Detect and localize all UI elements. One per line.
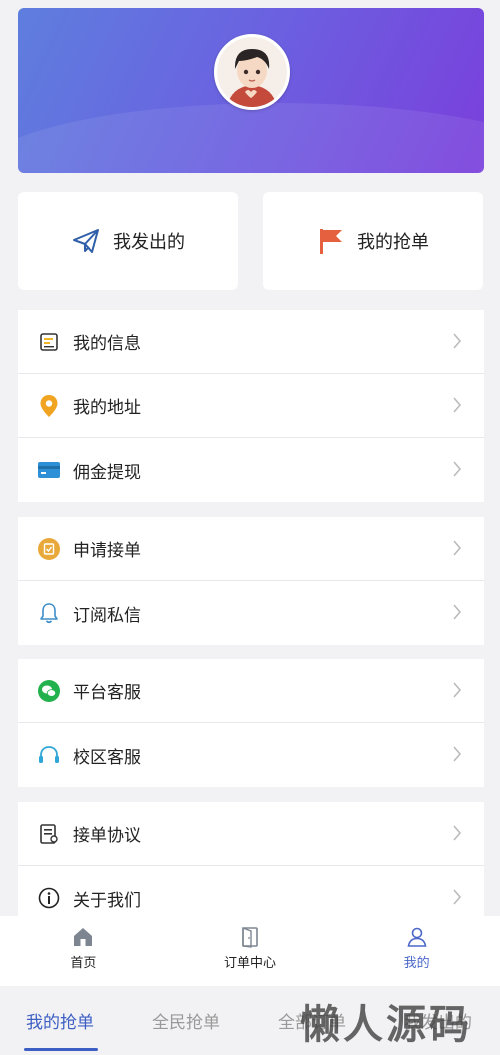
- my-grab-label: 我的抢单: [357, 232, 429, 253]
- menu-item-label: 佣金提现: [73, 462, 141, 483]
- tab-mine[interactable]: 我的: [333, 916, 500, 986]
- chevron-right-icon: [453, 746, 462, 762]
- wallet-card-icon: [37, 458, 61, 482]
- menu-item-label: 申请接单: [73, 541, 141, 561]
- my-sent-label: 我发出的: [113, 232, 185, 253]
- chevron-right-icon: [453, 540, 462, 556]
- active-tab-indicator: [24, 1048, 98, 1051]
- tab-order-center-label: 订单中心: [224, 956, 277, 971]
- menu-group-orders: 申请接单 订阅私信: [18, 517, 484, 645]
- chevron-right-icon: [453, 461, 462, 477]
- menu-item-commission-withdraw[interactable]: 佣金提现: [18, 438, 484, 502]
- menu-item-campus-service[interactable]: 校区客服: [18, 723, 484, 787]
- flag-icon: [320, 229, 342, 254]
- headset-icon: [37, 743, 61, 767]
- menu-item-label: 关于我们: [73, 890, 141, 911]
- home-icon: [74, 928, 93, 946]
- menu-item-platform-service[interactable]: 平台客服: [18, 659, 484, 723]
- my-grab-button[interactable]: 我的抢单: [263, 192, 483, 290]
- paper-plane-icon: [73, 229, 99, 253]
- subtab-my-grab[interactable]: 我的抢单: [26, 1008, 94, 1033]
- tab-home-label: 首页: [70, 956, 97, 971]
- profile-header: [18, 8, 484, 173]
- chevron-right-icon: [453, 397, 462, 413]
- menu-item-label: 我的信息: [73, 334, 141, 354]
- chevron-right-icon: [453, 825, 462, 841]
- apply-badge-icon: [37, 537, 61, 561]
- menu-item-order-agreement[interactable]: 接单协议: [18, 802, 484, 866]
- my-sent-button[interactable]: 我发出的: [18, 192, 238, 290]
- user-icon: [407, 927, 427, 947]
- menu-item-label: 我的地址: [73, 398, 141, 418]
- tab-mine-label: 我的: [403, 956, 430, 971]
- menu-group-service: 平台客服 校区客服: [18, 659, 484, 787]
- menu-item-my-info[interactable]: 我的信息: [18, 310, 484, 374]
- info-card-icon: [37, 330, 61, 354]
- tab-home[interactable]: 首页: [0, 916, 167, 986]
- menu-item-subscribe-messages[interactable]: 订阅私信: [18, 581, 484, 645]
- bottom-tab-bar: 首页 订单中心 我的: [0, 916, 500, 986]
- menu-item-my-address[interactable]: 我的地址: [18, 374, 484, 438]
- chevron-right-icon: [453, 604, 462, 620]
- menu-group-about: 接单协议 关于我们: [18, 802, 484, 930]
- menu-group-account: 我的信息 我的地址 佣金提现: [18, 310, 484, 502]
- menu-item-label: 校区客服: [73, 747, 141, 768]
- bell-icon: [37, 601, 61, 625]
- tab-order-center[interactable]: 订单中心: [167, 916, 334, 986]
- location-pin-icon: [37, 394, 61, 418]
- menu-item-apply-orders[interactable]: 申请接单: [18, 517, 484, 581]
- chevron-right-icon: [453, 333, 462, 349]
- wechat-icon: [37, 679, 61, 703]
- menu-item-label: 平台客服: [73, 683, 141, 703]
- watermark: 懒人源码: [300, 1002, 472, 1048]
- menu-item-label: 订阅私信: [73, 605, 141, 626]
- avatar[interactable]: [214, 34, 290, 110]
- chevron-right-icon: [453, 889, 462, 905]
- agreement-doc-icon: [37, 822, 61, 846]
- menu-item-label: 接单协议: [73, 826, 141, 846]
- chevron-right-icon: [453, 682, 462, 698]
- info-circle-icon: [37, 886, 61, 910]
- subtab-all-grab[interactable]: 全民抢单: [152, 1008, 220, 1033]
- door-icon: [242, 926, 258, 948]
- header-decoration: [18, 103, 484, 173]
